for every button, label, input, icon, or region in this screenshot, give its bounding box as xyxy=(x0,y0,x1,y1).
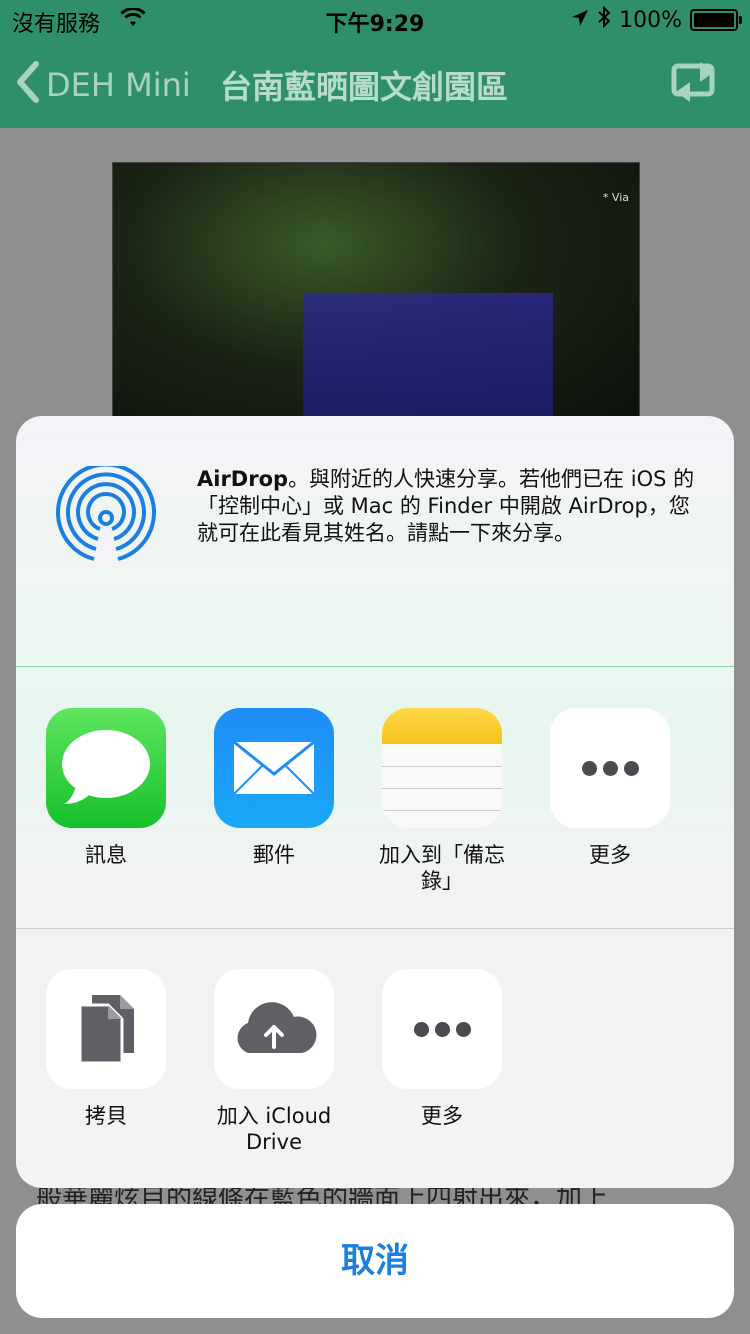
airdrop-title: AirDrop xyxy=(197,467,289,491)
action-icloud-drive[interactable]: 加入 iCloud Drive xyxy=(199,969,349,1155)
share-app-mail[interactable]: 郵件 xyxy=(199,708,349,868)
icloud-upload-icon xyxy=(214,969,334,1089)
article-photo: * Via xyxy=(112,162,640,434)
airdrop-icon xyxy=(54,462,158,570)
action-more[interactable]: 更多 xyxy=(367,969,517,1129)
back-button[interactable]: DEH Mini xyxy=(14,60,191,110)
divider xyxy=(16,928,734,929)
share-app-notes[interactable]: 加入到「備忘錄」 xyxy=(367,708,517,894)
share-app-more[interactable]: 更多 xyxy=(535,708,685,868)
share-app-label: 訊息 xyxy=(85,843,127,867)
location-arrow-icon xyxy=(571,8,589,33)
more-icon xyxy=(382,969,502,1089)
cancel-button[interactable]: 取消 xyxy=(16,1204,734,1318)
share-button[interactable] xyxy=(670,60,720,108)
share-sheet: AirDrop。與附近的人快速分享。若他們已在 iOS 的「控制中心」或 Mac… xyxy=(16,416,734,1188)
action-copy[interactable]: 拷貝 xyxy=(31,969,181,1129)
status-bar: 沒有服務 下午9:29 100% xyxy=(0,0,750,40)
share-app-label: 加入到「備忘錄」 xyxy=(379,843,505,893)
mail-icon xyxy=(214,708,334,828)
page-title: 台南藍晒圖文創園區 xyxy=(220,68,509,106)
back-label: DEH Mini xyxy=(46,66,191,104)
airdrop-section[interactable]: AirDrop。與附近的人快速分享。若他們已在 iOS 的「控制中心」或 Mac… xyxy=(16,416,734,666)
airdrop-description: AirDrop。與附近的人快速分享。若他們已在 iOS 的「控制中心」或 Mac… xyxy=(197,466,697,547)
bluetooth-icon xyxy=(597,5,611,34)
share-app-label: 更多 xyxy=(589,843,631,867)
share-app-label: 郵件 xyxy=(253,843,295,867)
share-app-messages[interactable]: 訊息 xyxy=(31,708,181,868)
chevron-left-icon xyxy=(14,60,40,110)
navigation-bar: DEH Mini 台南藍晒圖文創園區 xyxy=(0,40,750,128)
battery-icon xyxy=(690,9,742,31)
photo-building xyxy=(303,293,553,433)
action-label: 加入 iCloud Drive xyxy=(216,1104,332,1154)
messages-icon xyxy=(46,708,166,828)
more-icon xyxy=(550,708,670,828)
status-right: 100% xyxy=(571,5,742,34)
notes-icon xyxy=(382,708,502,828)
photo-watermark: * Via xyxy=(602,191,629,204)
action-label: 拷貝 xyxy=(85,1104,127,1128)
action-label: 更多 xyxy=(421,1104,463,1128)
share-arrow-icon xyxy=(671,62,715,102)
battery-percent: 100% xyxy=(619,7,682,33)
copy-icon xyxy=(46,969,166,1089)
divider xyxy=(16,666,734,667)
